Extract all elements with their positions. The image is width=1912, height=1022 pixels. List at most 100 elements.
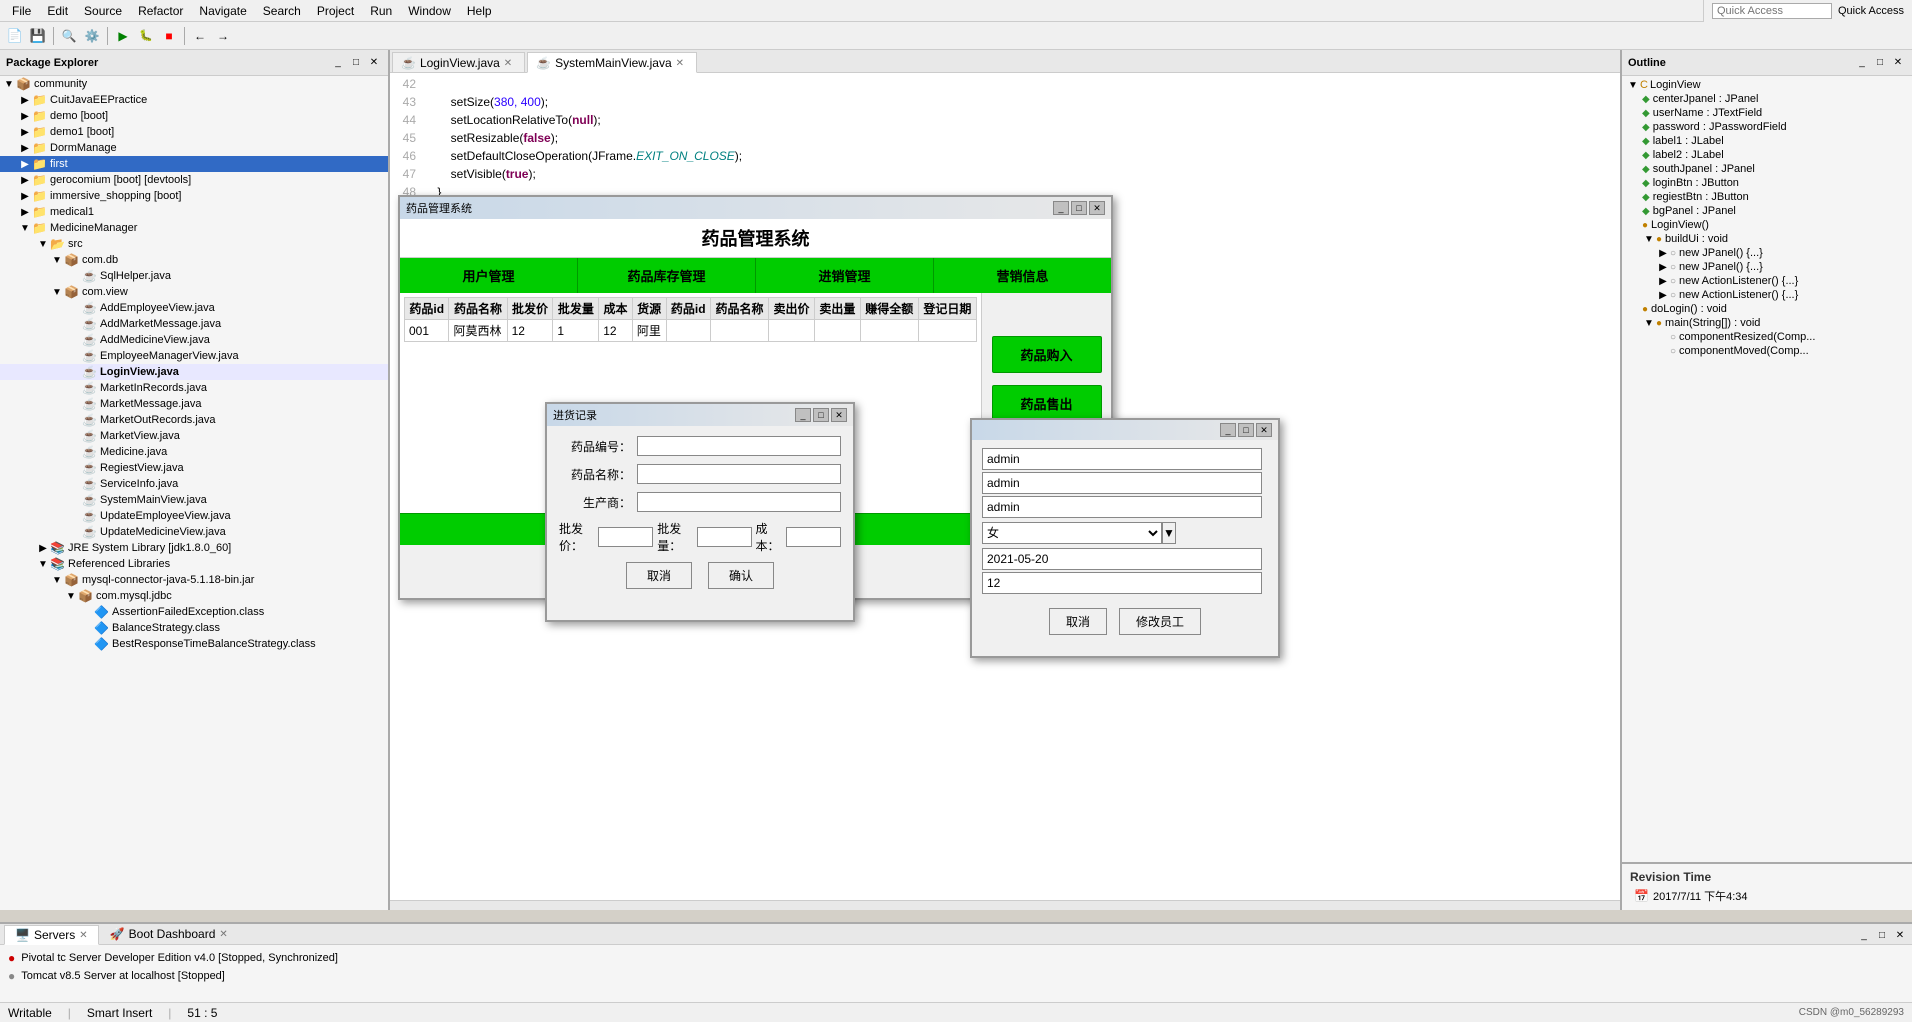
- outline-maximize-btn[interactable]: □: [1872, 56, 1888, 70]
- tree-item-sqlhelper[interactable]: ☕ SqlHelper.java: [0, 268, 388, 284]
- toolbar-back[interactable]: ←: [189, 25, 211, 47]
- outline-item-loginbtn[interactable]: ◆ loginBtn : JButton: [1624, 176, 1910, 190]
- menu-run[interactable]: Run: [362, 2, 400, 20]
- tree-item-addmedicine[interactable]: ☕ AddMedicineView.java: [0, 332, 388, 348]
- menu-search[interactable]: Search: [255, 2, 309, 20]
- servers-tab-close[interactable]: ✕: [79, 930, 87, 941]
- outline-item-compmoved[interactable]: ○ componentMoved(Comp...: [1624, 344, 1910, 358]
- tree-item-comview[interactable]: ▼ 📦 com.view: [0, 284, 388, 300]
- stock-minimize-btn[interactable]: _: [795, 408, 811, 422]
- tree-item-marketmsg[interactable]: ☕ MarketMessage.java: [0, 396, 388, 412]
- stock-restore-btn[interactable]: □: [813, 408, 829, 422]
- close-icon[interactable]: ✕: [504, 58, 512, 69]
- outline-item-loginviewctor[interactable]: ● LoginView(): [1624, 218, 1910, 232]
- tree-item-marketview[interactable]: ☕ MarketView.java: [0, 428, 388, 444]
- minimize-panel-btn[interactable]: _: [330, 56, 346, 70]
- tree-item-assertionfailed[interactable]: 🔷 AssertionFailedException.class: [0, 604, 388, 620]
- tree-item-medicine[interactable]: ☕ Medicine.java: [0, 444, 388, 460]
- emp-minimize-btn[interactable]: _: [1220, 423, 1236, 437]
- outline-item-compresized[interactable]: ○ componentResized(Comp...: [1624, 330, 1910, 344]
- menu-project[interactable]: Project: [309, 2, 362, 20]
- server-item-2[interactable]: ● Tomcat v8.5 Server at localhost [Stopp…: [8, 967, 1904, 985]
- menu-refactor[interactable]: Refactor: [130, 2, 191, 20]
- tree-item-demo1[interactable]: ▶ 📁 demo1 [boot]: [0, 124, 388, 140]
- emp-close-btn[interactable]: ✕: [1256, 423, 1272, 437]
- outline-item-regiestbtn[interactable]: ◆ regiestBtn : JButton: [1624, 190, 1910, 204]
- toolbar-search[interactable]: 🔍: [58, 25, 80, 47]
- outline-item-newjpanel1[interactable]: ▶ ○ new JPanel() {...}: [1624, 246, 1910, 260]
- nav-sales-mgmt[interactable]: 进销管理: [756, 258, 934, 293]
- outline-item-dologin[interactable]: ● doLogin() : void: [1624, 302, 1910, 316]
- tree-item-loginview[interactable]: ☕ LoginView.java: [0, 364, 388, 380]
- outline-item-centerjpanel[interactable]: ◆ centerJpanel : JPanel: [1624, 92, 1910, 106]
- tree-item-systemmain[interactable]: ☕ SystemMainView.java: [0, 492, 388, 508]
- tree-item-updatemed[interactable]: ☕ UpdateMedicineView.java: [0, 524, 388, 540]
- nav-user-mgmt[interactable]: 用户管理: [400, 258, 578, 293]
- menu-help[interactable]: Help: [459, 2, 500, 20]
- stock-input-id[interactable]: [637, 436, 841, 456]
- stock-close-btn[interactable]: ✕: [831, 408, 847, 422]
- tree-item-marketout[interactable]: ☕ MarketOutRecords.java: [0, 412, 388, 428]
- bootdash-tab-close[interactable]: ✕: [219, 929, 227, 940]
- emp-dropdown-btn[interactable]: ▼: [1162, 522, 1176, 544]
- tree-item-community[interactable]: ▼ 📦 community: [0, 76, 388, 92]
- emp-cancel-btn[interactable]: 取消: [1049, 608, 1107, 635]
- server-item-1[interactable]: ● Pivotal tc Server Developer Edition v4…: [8, 949, 1904, 967]
- menu-navigate[interactable]: Navigate: [191, 2, 254, 20]
- servers-tab[interactable]: 🖥️ Servers ✕: [4, 925, 99, 945]
- panel-maximize-btn[interactable]: □: [1874, 928, 1890, 942]
- tree-item-demo[interactable]: ▶ 📁 demo [boot]: [0, 108, 388, 124]
- minimize-btn[interactable]: _: [1053, 201, 1069, 215]
- tab-loginview[interactable]: ☕ LoginView.java ✕: [392, 52, 525, 72]
- outline-item-label1[interactable]: ◆ label1 : JLabel: [1624, 134, 1910, 148]
- emp-num-field[interactable]: [982, 572, 1262, 594]
- editor-scrollbar[interactable]: [390, 900, 1620, 910]
- toolbar-save[interactable]: 💾: [27, 25, 49, 47]
- toolbar-settings[interactable]: ⚙️: [81, 25, 103, 47]
- emp-restore-btn[interactable]: □: [1238, 423, 1254, 437]
- tree-item-marketin[interactable]: ☕ MarketInRecords.java: [0, 380, 388, 396]
- stock-input-cost[interactable]: [786, 527, 841, 547]
- buy-medicine-btn[interactable]: 药品购入: [992, 336, 1102, 373]
- table-row[interactable]: 001 阿莫西林 12 1 12 阿里: [405, 320, 977, 342]
- tree-item-medicinemanager[interactable]: ▼ 📁 MedicineManager: [0, 220, 388, 236]
- toolbar-stop[interactable]: ■: [158, 25, 180, 47]
- emp-date-field[interactable]: [982, 548, 1262, 570]
- outline-item-password[interactable]: ◆ password : JPasswordField: [1624, 120, 1910, 134]
- emp-field-2[interactable]: [982, 472, 1262, 494]
- menu-edit[interactable]: Edit: [39, 2, 76, 20]
- tree-item-addmarket[interactable]: ☕ AddMarketMessage.java: [0, 316, 388, 332]
- stock-input-wprice[interactable]: [598, 527, 653, 547]
- outline-item-username[interactable]: ◆ userName : JTextField: [1624, 106, 1910, 120]
- close-panel-btn[interactable]: ✕: [366, 56, 382, 70]
- tree-item-employeemanager[interactable]: ☕ EmployeeManagerView.java: [0, 348, 388, 364]
- stock-input-name[interactable]: [637, 464, 841, 484]
- outline-item-label2[interactable]: ◆ label2 : JLabel: [1624, 148, 1910, 162]
- outline-item-southjpanel[interactable]: ◆ southJpanel : JPanel: [1624, 162, 1910, 176]
- emp-field-3[interactable]: [982, 496, 1262, 518]
- tree-item-jre[interactable]: ▶ 📚 JRE System Library [jdk1.8.0_60]: [0, 540, 388, 556]
- outline-item-loginview[interactable]: ▼ C LoginView: [1624, 78, 1910, 92]
- toolbar-debug[interactable]: 🐛: [135, 25, 157, 47]
- toolbar-run[interactable]: ▶: [112, 25, 134, 47]
- tree-item-dorm[interactable]: ▶ 📁 DormManage: [0, 140, 388, 156]
- close-icon[interactable]: ✕: [676, 58, 684, 69]
- outline-item-main[interactable]: ▼ ● main(String[]) : void: [1624, 316, 1910, 330]
- stock-confirm-btn[interactable]: 确认: [708, 562, 774, 589]
- menu-file[interactable]: File: [4, 2, 39, 20]
- stock-cancel-btn[interactable]: 取消: [626, 562, 692, 589]
- tree-item-updateemp[interactable]: ☕ UpdateEmployeeView.java: [0, 508, 388, 524]
- tree-item-first[interactable]: ▶ 📁 first: [0, 156, 388, 172]
- tree-item-mysql[interactable]: ▼ 📦 mysql-connector-java-5.1.18-bin.jar: [0, 572, 388, 588]
- tree-item-comdb[interactable]: ▼ 📦 com.db: [0, 252, 388, 268]
- tree-item-regiest[interactable]: ☕ RegiestView.java: [0, 460, 388, 476]
- outline-item-actionlistener1[interactable]: ▶ ○ new ActionListener() {...}: [1624, 274, 1910, 288]
- panel-minimize-btn[interactable]: _: [1856, 928, 1872, 942]
- outline-item-buildui[interactable]: ▼ ● buildUi : void: [1624, 232, 1910, 246]
- toolbar-forward[interactable]: →: [212, 25, 234, 47]
- emp-gender-select[interactable]: 女 男: [982, 522, 1162, 544]
- tree-item-gerocomium[interactable]: ▶ 📁 gerocomium [boot] [devtools]: [0, 172, 388, 188]
- outline-item-actionlistener2[interactable]: ▶ ○ new ActionListener() {...}: [1624, 288, 1910, 302]
- menu-source[interactable]: Source: [76, 2, 130, 20]
- menu-window[interactable]: Window: [400, 2, 459, 20]
